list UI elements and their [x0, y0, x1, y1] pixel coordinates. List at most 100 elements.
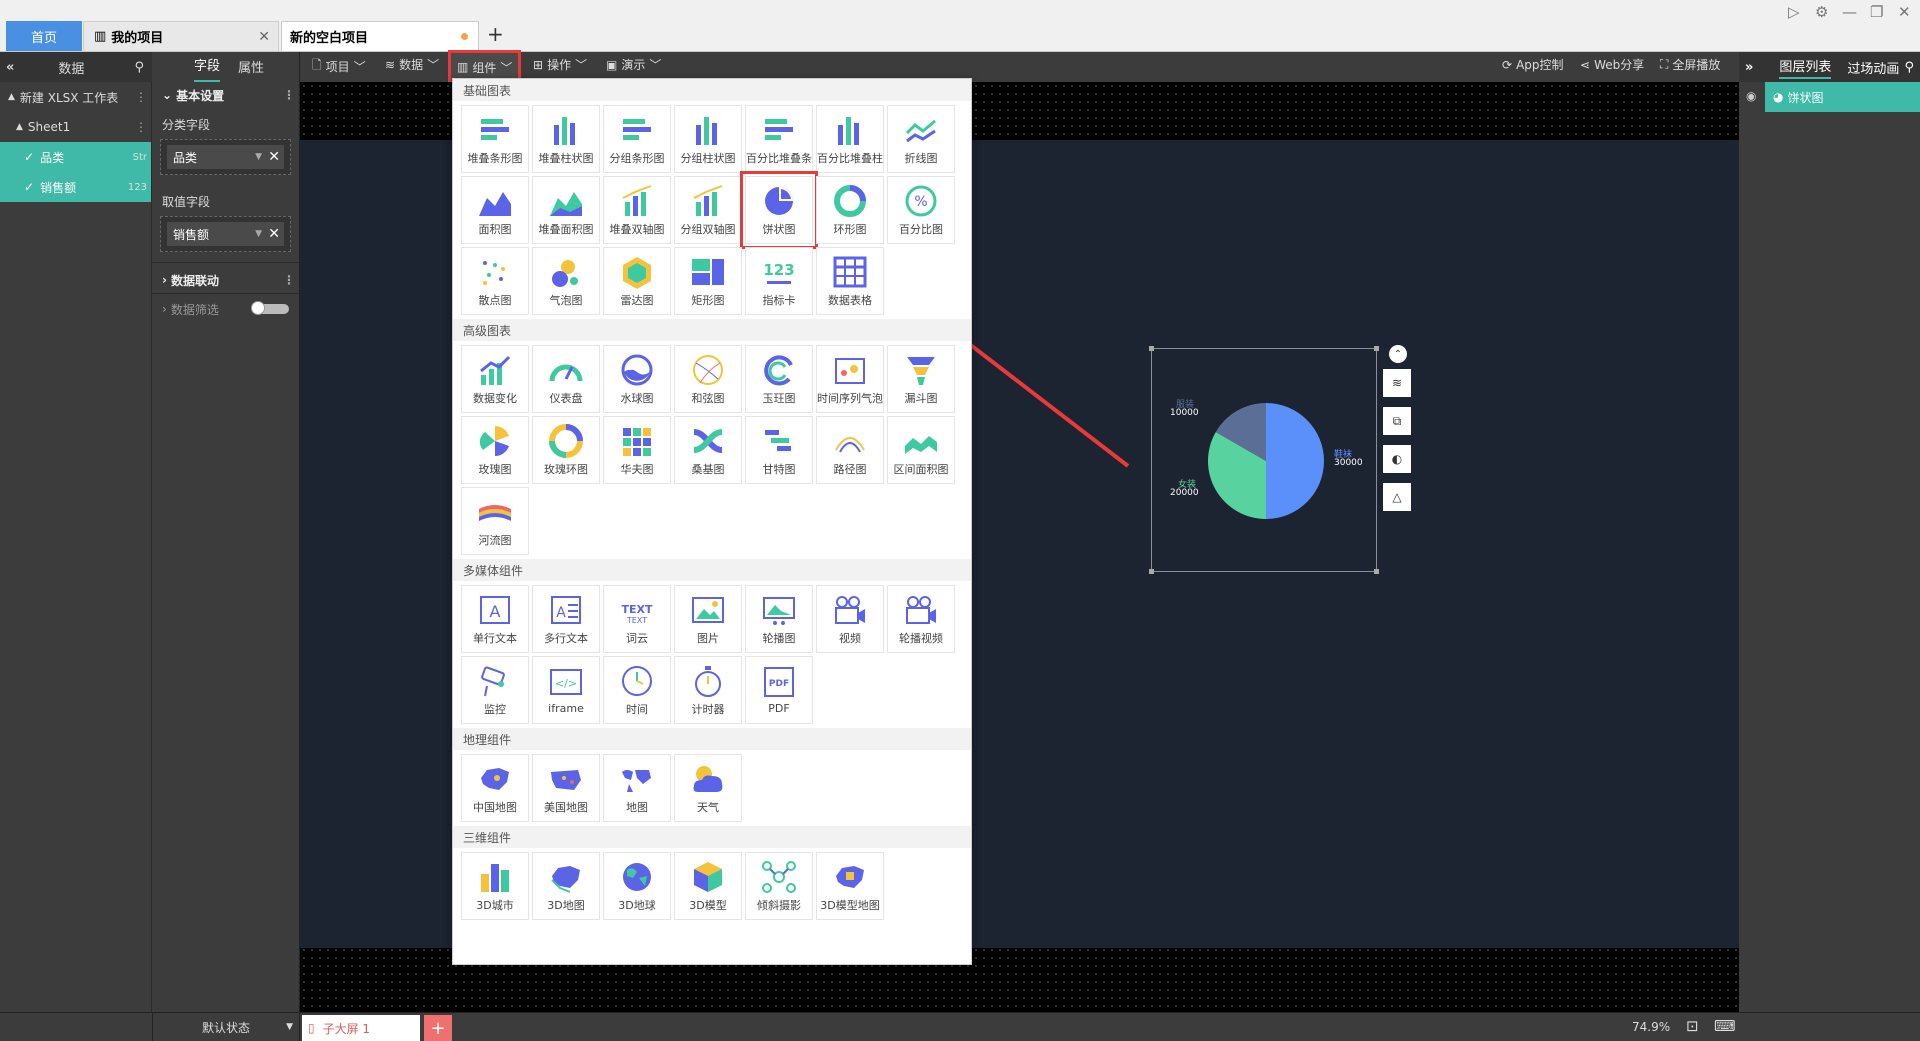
component-item[interactable]: 天气 — [674, 754, 742, 822]
component-item[interactable]: 中国地图 — [461, 754, 529, 822]
component-item[interactable]: 堆叠面积图 — [532, 176, 600, 244]
more-icon[interactable]: ⋮ — [283, 273, 295, 287]
component-item[interactable]: A 多行文本 — [532, 585, 600, 653]
component-item[interactable]: 时间 — [603, 656, 671, 724]
add-sub-screen-button[interactable]: + — [424, 1015, 452, 1041]
component-item[interactable]: 雷达图 — [603, 247, 671, 315]
component-pie-chart[interactable]: 饼状图 — [740, 171, 818, 249]
workbook-item[interactable]: ▲ 新建 XLSX 工作表 ⋮ — [0, 82, 151, 112]
component-item[interactable]: 堆叠双轴图 — [603, 176, 671, 244]
component-item[interactable]: 计时器 — [674, 656, 742, 724]
keyboard-icon[interactable]: ⌨ — [1714, 1017, 1736, 1035]
add-tab-icon[interactable]: + — [487, 22, 504, 46]
component-item[interactable]: 百分比堆叠条 — [745, 105, 813, 173]
component-item[interactable]: 环形图 — [816, 176, 884, 244]
component-item[interactable]: 河流图 — [461, 487, 529, 555]
more-icon[interactable]: ⋮ — [135, 120, 147, 134]
tab-new-project[interactable]: 新的空白项目 — [281, 21, 479, 51]
component-item[interactable]: 仪表盘 — [532, 345, 600, 413]
expand-icon[interactable]: » — [1745, 60, 1753, 75]
component-item[interactable]: 数据表格 — [816, 247, 884, 315]
component-item[interactable]: 3D模型地图 — [816, 852, 884, 920]
component-item[interactable]: 玫瑰图 — [461, 416, 529, 484]
component-item[interactable]: 3D城市 — [461, 852, 529, 920]
component-item[interactable]: 3D地图 — [532, 852, 600, 920]
fullscreen-button[interactable]: ⛶ 全屏播放 — [1660, 56, 1720, 73]
pie-chart-widget[interactable]: 服装 10000 女装 20000 鞋袜 30000 — [1149, 346, 1379, 574]
data-menu-button[interactable]: ≋ 数据 ﹀ — [385, 56, 439, 73]
fit-screen-icon[interactable]: ⊡ — [1686, 1017, 1699, 1035]
component-item[interactable]: 时间序列气泡 — [816, 345, 884, 413]
component-item[interactable]: 123 指标卡 — [745, 247, 813, 315]
component-item[interactable]: 监控 — [461, 656, 529, 724]
component-item[interactable]: 分组条形图 — [603, 105, 671, 173]
field-item[interactable]: ✓ 销售额 123 — [0, 172, 151, 202]
remove-icon[interactable]: ✕ — [268, 226, 280, 242]
component-item[interactable]: 气泡图 — [532, 247, 600, 315]
value-field-chip[interactable]: 销售额 ▼ ✕ — [167, 222, 284, 246]
component-item[interactable]: 矩形图 — [674, 247, 742, 315]
basic-settings-header[interactable]: ⌄ 基本设置 ⋮ — [152, 82, 299, 108]
component-item[interactable]: 视频 — [816, 585, 884, 653]
layer-item[interactable]: ◕ 饼状图 — [1765, 82, 1920, 112]
resize-handle[interactable] — [1149, 569, 1154, 574]
component-item[interactable]: 和弦图 — [674, 345, 742, 413]
component-item[interactable]: % 百分比图 — [887, 176, 955, 244]
more-icon[interactable]: ⋮ — [135, 90, 147, 104]
category-field-dropzone[interactable]: 品类 ▼ ✕ — [160, 139, 291, 175]
component-item[interactable]: 3D地球 — [603, 852, 671, 920]
present-menu-button[interactable]: ▣ 演示 ﹀ — [606, 56, 661, 73]
component-item[interactable]: 美国地图 — [532, 754, 600, 822]
component-item[interactable]: PDF PDF — [745, 656, 813, 724]
value-field-dropzone[interactable]: 销售额 ▼ ✕ — [160, 216, 291, 252]
resize-handle[interactable] — [1149, 346, 1154, 351]
layers-icon[interactable]: ≋ — [1383, 369, 1411, 397]
tab-layers[interactable]: 图层列表 — [1779, 56, 1832, 79]
component-item[interactable]: 散点图 — [461, 247, 529, 315]
minimize-icon[interactable]: — — [1842, 3, 1857, 21]
component-item[interactable]: 漏斗图 — [887, 345, 955, 413]
component-item[interactable]: 区间面积图 — [887, 416, 955, 484]
component-item[interactable]: 玫瑰环图 — [532, 416, 600, 484]
dropdown-icon[interactable]: ▼ — [255, 229, 262, 239]
component-item[interactable]: 甘特图 — [745, 416, 813, 484]
tab-transition[interactable]: 过场动画 — [1847, 58, 1899, 77]
component-item[interactable]: 华夫图 — [603, 416, 671, 484]
component-item[interactable]: 折线图 — [887, 105, 955, 173]
component-item[interactable]: 堆叠条形图 — [461, 105, 529, 173]
restore-icon[interactable]: ❐ — [1870, 3, 1883, 21]
component-item[interactable]: 分组柱状图 — [674, 105, 742, 173]
component-item[interactable]: 玉玨图 — [745, 345, 813, 413]
component-item[interactable]: 50% 水球图 — [603, 345, 671, 413]
component-item[interactable]: A 单行文本 — [461, 585, 529, 653]
play-icon[interactable]: ▷ — [1788, 3, 1800, 21]
replace-icon[interactable]: ⧉ — [1383, 407, 1411, 435]
sub-screen-tab[interactable]: ▯ 子大屏 1 — [302, 1015, 420, 1041]
field-item[interactable]: ✓ 品类 Str — [0, 142, 151, 172]
component-item[interactable]: 堆叠柱状图 — [532, 105, 600, 173]
collapse-up-icon[interactable]: ⌃ — [1389, 345, 1407, 363]
web-share-button[interactable]: ⋖ Web分享 — [1580, 56, 1644, 73]
component-item[interactable]: 分组双轴图 — [674, 176, 742, 244]
component-item[interactable]: TEXT TEXT 词云 — [603, 585, 671, 653]
component-item[interactable]: 3D模型 — [674, 852, 742, 920]
component-item[interactable]: 桑基图 — [674, 416, 742, 484]
sheet-item[interactable]: ▲ Sheet1 ⋮ — [0, 112, 151, 142]
component-item[interactable]: 地图 — [603, 754, 671, 822]
status-select[interactable]: 默认状态 ▼ — [152, 1013, 300, 1041]
component-item[interactable]: 轮播视频 — [887, 585, 955, 653]
gear-icon[interactable]: ⚙ — [1815, 3, 1828, 21]
data-filter-toggle[interactable] — [251, 301, 289, 315]
data-linkage-header[interactable]: › 数据联动 ⋮ — [152, 267, 299, 293]
more-icon[interactable]: ⋮ — [283, 88, 295, 102]
component-item[interactable]: 图片 — [674, 585, 742, 653]
resize-handle[interactable] — [1374, 346, 1379, 351]
close-window-icon[interactable]: ✕ — [1898, 3, 1911, 21]
component-item[interactable]: 面积图 — [461, 176, 529, 244]
palette-icon[interactable]: ◐ — [1383, 445, 1411, 473]
component-item[interactable]: 百分比堆叠柱 — [816, 105, 884, 173]
tab-properties[interactable]: 属性 — [238, 57, 264, 82]
dropdown-icon[interactable]: ▼ — [255, 152, 262, 162]
category-field-chip[interactable]: 品类 ▼ ✕ — [167, 145, 284, 169]
tab-fields[interactable]: 字段 — [194, 55, 221, 82]
